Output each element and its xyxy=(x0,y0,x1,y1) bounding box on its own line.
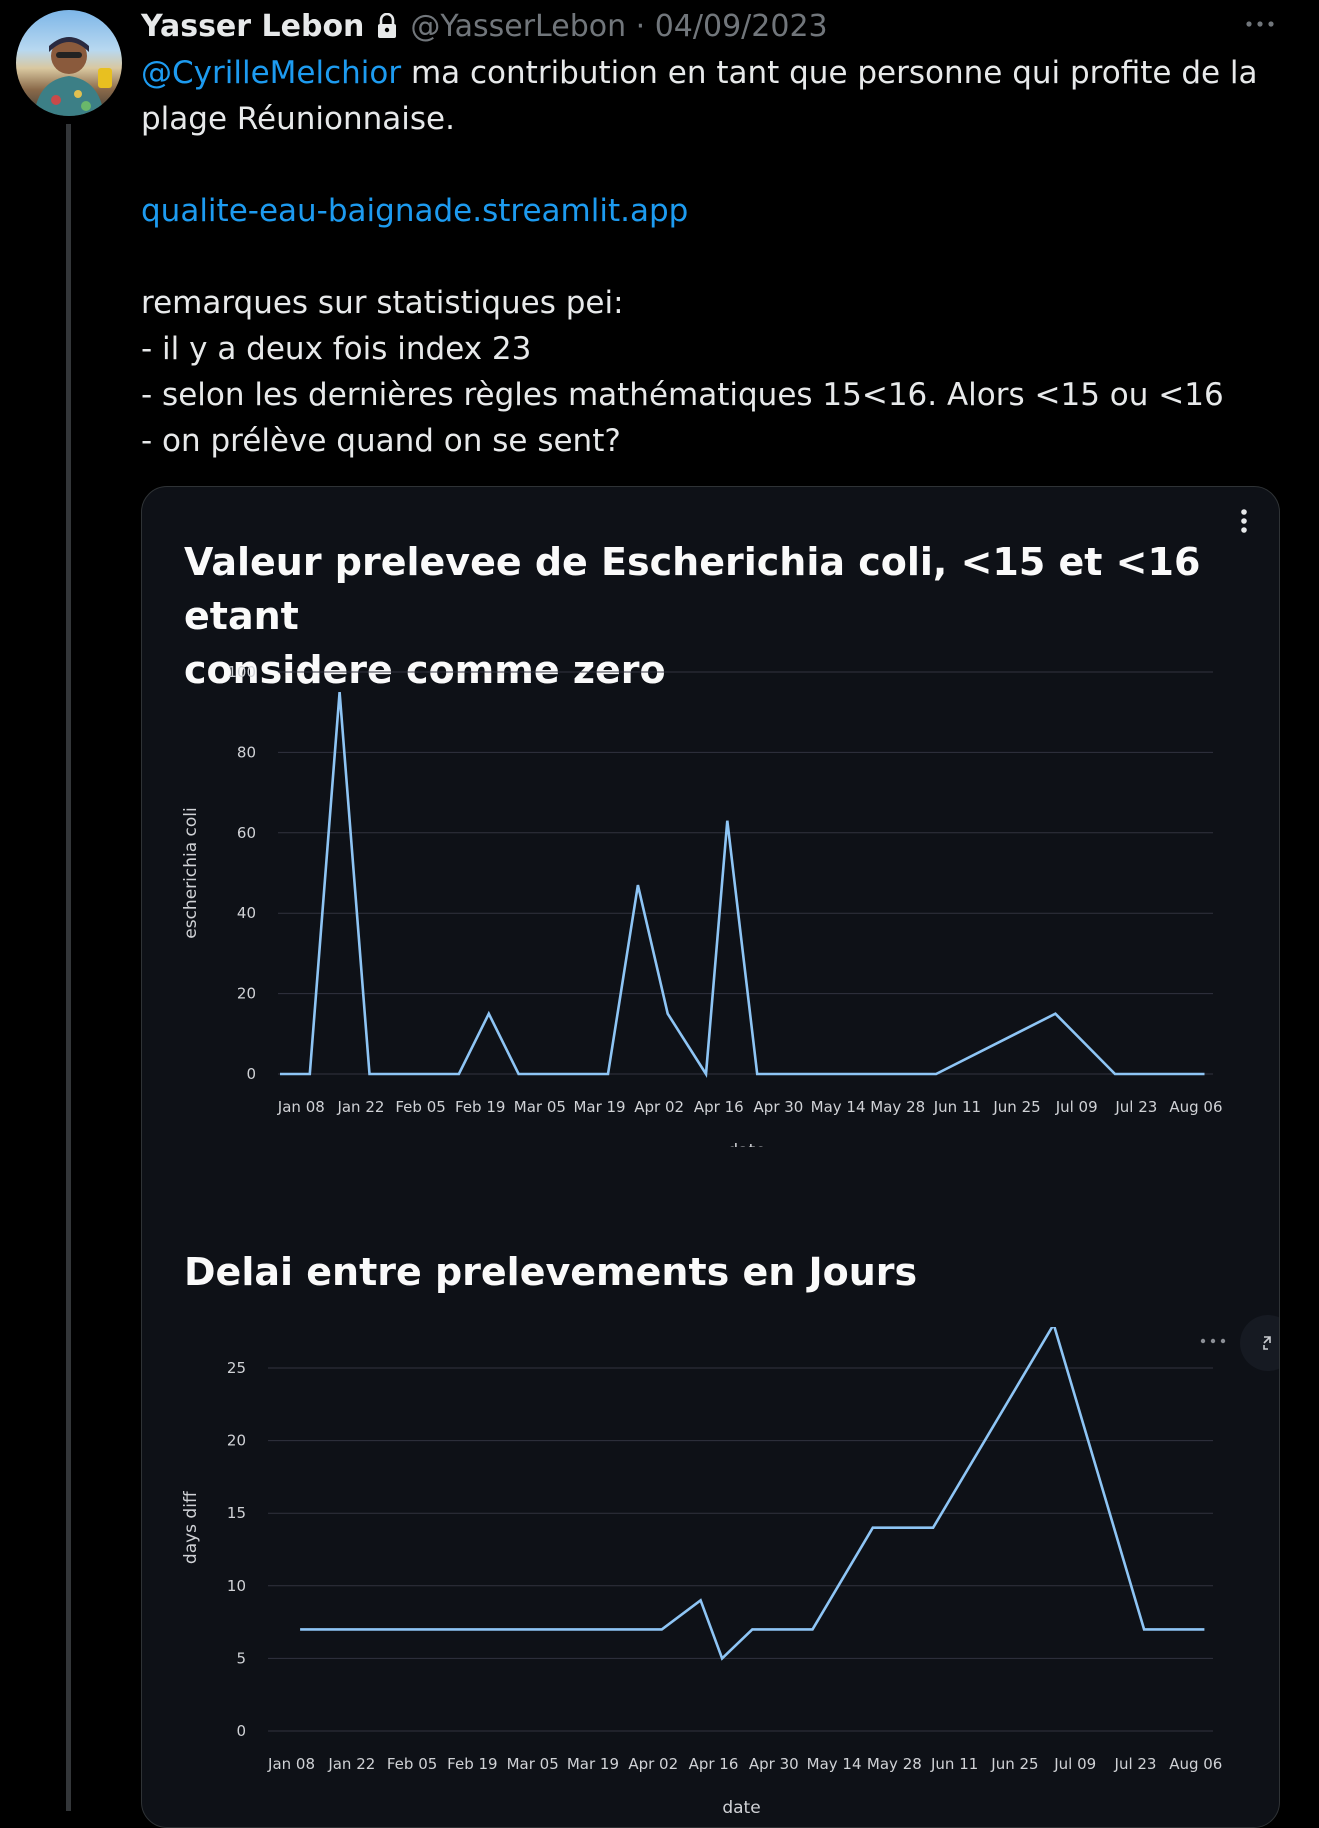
chart2-x-tick-label: Jan 22 xyxy=(327,1755,375,1773)
chart2-x-tick-label: Mar 19 xyxy=(567,1755,619,1773)
chart2-x-tick-label: Jul 09 xyxy=(1053,1755,1096,1773)
chart2-x-tick-label: Jun 11 xyxy=(930,1755,978,1773)
chart1-svg: 0 20 40 60 80 100 Jan 08 Jan 22 Feb 05 Feb 19 Mar … xyxy=(142,647,1279,1147)
chart2-x-tick-label: Jun 25 xyxy=(990,1755,1038,1773)
chart2-x-tick-label: Apr 30 xyxy=(749,1755,799,1773)
chart1-x-tick-label: Jul 23 xyxy=(1114,1098,1157,1116)
handle-and-date[interactable]: @YasserLebon · 04/09/2023 xyxy=(410,9,827,44)
tweet-line-bullet-2: - selon les dernières règles mathématiqu… xyxy=(141,372,1291,418)
chart2-y-tick-label: 15 xyxy=(227,1504,246,1522)
chart1-y-tick-label: 60 xyxy=(237,824,256,842)
chart1-series-line xyxy=(280,692,1205,1074)
chart2-title: Delai entre prelevements en Jours xyxy=(184,1245,1234,1299)
chart1-x-tick-label: Feb 05 xyxy=(395,1098,445,1116)
chart1-title-line1: Valeur prelevee de Escherichia coli, <15… xyxy=(184,535,1234,643)
kebab-menu-icon[interactable] xyxy=(1238,507,1250,535)
chart1-x-tick-label: Apr 16 xyxy=(694,1098,744,1116)
chart1-x-tick-label: Jul 09 xyxy=(1055,1098,1098,1116)
tweet-line-2: plage Réunionnaise. xyxy=(141,96,1291,142)
chart1-x-tick-label: May 28 xyxy=(870,1098,925,1116)
tweet-line-bullet-1: - il y a deux fois index 23 xyxy=(141,326,1291,372)
more-horizontal-icon[interactable] xyxy=(1240,14,1286,34)
chart2-y-tick-label: 10 xyxy=(227,1577,246,1595)
chart1-x-tick-label: Jun 11 xyxy=(933,1098,981,1116)
chart2-x-tick-label: Mar 05 xyxy=(507,1755,559,1773)
chart1-y-tick-label: 80 xyxy=(237,743,256,761)
chart1-y-tick-label: 0 xyxy=(246,1065,256,1083)
chart1-x-tick-label: Mar 05 xyxy=(514,1098,566,1116)
chart2-x-tick-label: Jan 08 xyxy=(267,1755,315,1773)
chart2-x-tick-label: Apr 16 xyxy=(689,1755,739,1773)
tweet-text: @CyrilleMelchior ma contribution en tant… xyxy=(141,50,1291,464)
chart1-y-tick-label: 100 xyxy=(227,663,256,681)
tweet-line-bullet-3: - on prélève quand on se sent? xyxy=(141,418,1291,464)
tweet-line-remarks: remarques sur statistiques pei: xyxy=(141,280,1291,326)
chart2-y-tick-label: 0 xyxy=(236,1722,246,1740)
chart1-x-tick-label: Apr 02 xyxy=(634,1098,684,1116)
chart2-x-tick-label: Feb 19 xyxy=(447,1755,497,1773)
tweet-header: Yasser Lebon @YasserLebon · 04/09/2023 xyxy=(141,4,828,48)
chart1-y-tick-label: 40 xyxy=(237,904,256,922)
media-card[interactable]: Valeur prelevee de Escherichia coli, <15… xyxy=(141,486,1280,1828)
chart2-svg: 0 5 10 15 20 25 Jan 08 Jan 22 Feb 05 Feb 19 Mar 05… xyxy=(142,1327,1279,1817)
chart1-y-axis-label: escherichia coli xyxy=(181,807,201,938)
display-name[interactable]: Yasser Lebon xyxy=(141,9,364,44)
chart2-x-tick-label: Jul 23 xyxy=(1114,1755,1157,1773)
chart1-y-tick-label: 20 xyxy=(237,985,256,1003)
chart1-x-tick-label: Feb 19 xyxy=(455,1098,505,1116)
avatar[interactable] xyxy=(16,10,122,116)
chart1-x-tick-label: Apr 30 xyxy=(754,1098,804,1116)
chart1-x-axis-label: date xyxy=(727,1141,765,1147)
chart2-x-tick-label: May 14 xyxy=(807,1755,862,1773)
chart2-x-tick-label: Feb 05 xyxy=(387,1755,437,1773)
chart2-y-tick-label: 5 xyxy=(236,1649,246,1667)
chart2-x-tick-label: Aug 06 xyxy=(1169,1755,1222,1773)
chart2-series-line xyxy=(300,1327,1204,1658)
chart2-y-tick-label: 25 xyxy=(227,1359,246,1377)
chart1-x-tick-label: Aug 06 xyxy=(1169,1098,1222,1116)
tweet-line-1-text: ma contribution en tant que personne qui… xyxy=(401,55,1257,91)
chart1-x-tick-label: May 14 xyxy=(811,1098,866,1116)
chart1-x-tick-label: Jun 25 xyxy=(992,1098,1040,1116)
chart2-x-axis-label: date xyxy=(722,1798,760,1817)
tweet-line-1: @CyrilleMelchior ma contribution en tant… xyxy=(141,50,1291,96)
chart2-x-tick-label: Apr 02 xyxy=(628,1755,678,1773)
mention-link[interactable]: @CyrilleMelchior xyxy=(141,55,401,91)
chart2-x-tick-label: May 28 xyxy=(867,1755,922,1773)
thread-line xyxy=(66,124,71,1811)
chart1-x-tick-label: Jan 08 xyxy=(277,1098,325,1116)
chart1-x-tick-label: Jan 22 xyxy=(336,1098,384,1116)
chart1-x-tick-label: Mar 19 xyxy=(573,1098,625,1116)
chart2-y-tick-label: 20 xyxy=(227,1432,246,1450)
chart2-y-axis-label: days diff xyxy=(181,1490,201,1564)
url-link[interactable]: qualite-eau-baignade.streamlit.app xyxy=(141,193,688,229)
lock-icon xyxy=(376,13,398,39)
